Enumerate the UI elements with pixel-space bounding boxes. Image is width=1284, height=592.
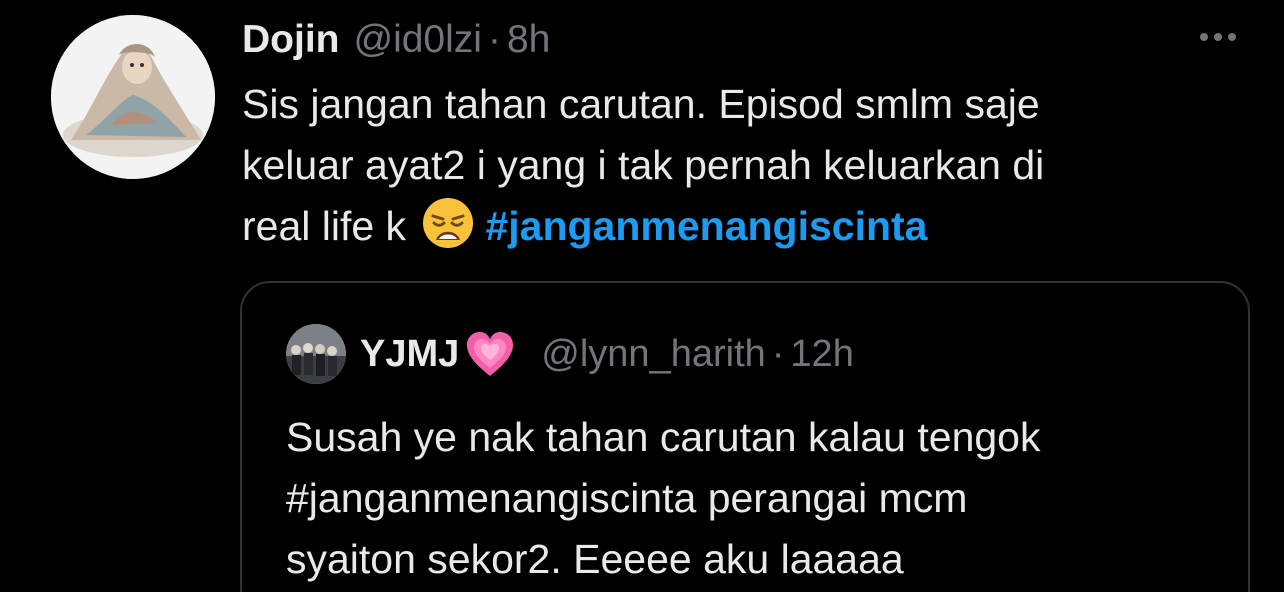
quoted-user-handle[interactable]: @lynn_harith bbox=[541, 333, 765, 376]
quoted-text-line: Susah ye nak tahan carutan kalau tengok bbox=[286, 414, 1041, 460]
tweet-header: Dojin @id0lzi · 8h bbox=[242, 14, 550, 66]
quoted-avatar[interactable] bbox=[286, 324, 346, 384]
tweet-text-line: Sis jangan tahan carutan. Episod smlm sa… bbox=[242, 81, 1040, 127]
quoted-text-line: #janganmenangiscinta perangai mcm bbox=[286, 475, 968, 521]
hashtag-link[interactable]: #janganmenangiscinta bbox=[485, 203, 927, 249]
more-options-button[interactable] bbox=[1192, 22, 1244, 52]
quoted-tweet-header: YJMJ @lynn_harith · 12h bbox=[286, 323, 854, 385]
avatar-image bbox=[51, 15, 215, 179]
quoted-timestamp[interactable]: 12h bbox=[790, 333, 853, 376]
quoted-display-name[interactable]: YJMJ bbox=[360, 333, 459, 376]
more-horizontal-icon bbox=[1200, 33, 1208, 41]
avatar[interactable] bbox=[51, 15, 215, 179]
tweet-text-fragment: real life k bbox=[242, 203, 407, 249]
tweet-timestamp[interactable]: 8h bbox=[507, 18, 550, 62]
separator-dot: · bbox=[771, 332, 785, 375]
quoted-text-line: syaiton sekor2. Eeeee aku laaaaa bbox=[286, 536, 904, 582]
tweet-text-line: keluar ayat2 i yang i tak pernah keluark… bbox=[242, 142, 1045, 188]
tweet-text: Sis jangan tahan carutan. Episod smlm sa… bbox=[242, 74, 1242, 257]
quoted-tweet-card[interactable]: YJMJ @lynn_harith · 12h Susah ye nak tah… bbox=[240, 281, 1250, 592]
user-handle[interactable]: @id0lzi bbox=[353, 18, 481, 62]
weary-face-emoji-icon bbox=[421, 196, 475, 250]
quoted-tweet-text: Susah ye nak tahan carutan kalau tengok … bbox=[286, 407, 1226, 590]
separator-dot: · bbox=[487, 18, 501, 61]
display-name[interactable]: Dojin bbox=[242, 18, 339, 62]
tweet-text-line: real life k #janganmenangiscinta bbox=[242, 196, 1242, 257]
growing-heart-emoji-icon bbox=[465, 330, 515, 378]
